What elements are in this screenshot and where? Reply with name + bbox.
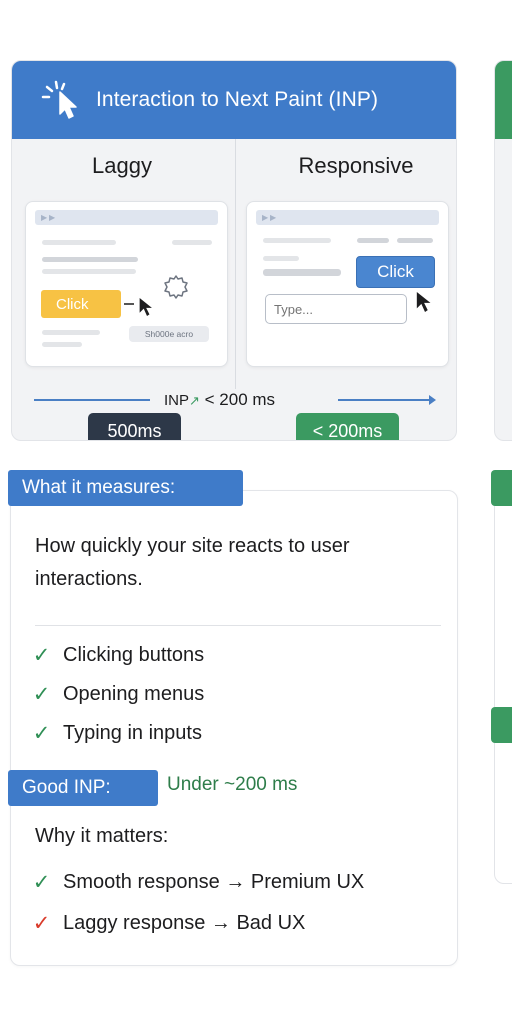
check-icon: ✓ (32, 722, 51, 745)
placeholder-line (397, 238, 433, 243)
responsive-latency-badge: < 200ms (296, 413, 399, 440)
scale-value: < 200 ms (204, 390, 276, 409)
connector-dash (124, 303, 134, 305)
inp-title: Interaction to Next Paint (INP) (96, 88, 379, 111)
laggy-mock-window: ▶ ▶ Click Sh000e acro (25, 201, 228, 367)
next-card-tab (491, 470, 512, 506)
placeholder-line (42, 269, 136, 274)
placeholder-line (42, 257, 138, 262)
inp-card: Interaction to Next Paint (INP) Laggy Re… (11, 60, 457, 441)
placeholder-line (263, 256, 299, 261)
check-icon: ✓ (32, 912, 51, 935)
check-icon: ✓ (32, 871, 51, 894)
trend-icon: ↗ (189, 393, 200, 408)
placeholder-line (263, 238, 331, 243)
good-inp-value: Under ~200 ms (167, 774, 298, 795)
cursor-click-icon (41, 80, 77, 119)
list-item: ✓ Smooth response → Premium UX (32, 870, 365, 895)
list-item-label: Opening menus (63, 683, 205, 705)
next-card-header (495, 61, 512, 139)
responsive-click-button[interactable]: Click (356, 256, 435, 288)
type-input[interactable] (265, 294, 407, 324)
good-inp-label: Good INP: (8, 770, 158, 806)
placeholder-line (42, 330, 100, 335)
check-icon: ✓ (32, 644, 51, 667)
laggy-latency-badge: 500ms (88, 413, 181, 440)
mock-titlebar: ▶ ▶ (256, 210, 439, 225)
list-item-label: Typing in inputs (63, 722, 202, 744)
placeholder-line (42, 240, 116, 245)
placeholder-line (357, 238, 389, 243)
list-item: ✓ Clicking buttons (32, 643, 205, 668)
arrow-right-icon (429, 395, 436, 405)
laggy-heading: Laggy (92, 153, 152, 178)
placeholder-line (172, 240, 212, 245)
next-card-tab (491, 707, 512, 743)
scale-abbr: INP (164, 392, 190, 409)
next-card-peek (494, 60, 512, 441)
mouse-pointer-icon (416, 292, 431, 312)
list-item-label: Clicking buttons (63, 644, 205, 666)
mock-titlebar: ▶ ▶ (35, 210, 218, 225)
list-item: ✓ Laggy response → Bad UX (32, 911, 306, 936)
check-icon: ✓ (32, 683, 51, 706)
list-item-label: Laggy response → Bad UX (63, 912, 306, 934)
scale-line-right (338, 399, 434, 401)
why-heading: Why it matters: (35, 825, 169, 847)
responsive-heading: Responsive (298, 153, 414, 178)
scale-line-left (34, 399, 150, 401)
next-info-card-peek (494, 490, 512, 884)
responsive-mock-window: ▶ ▶ Click (246, 201, 449, 367)
inp-threshold-scale: INP↗ < 200 ms (34, 390, 436, 410)
section-divider (35, 625, 441, 626)
list-item: ✓ Typing in inputs (32, 721, 202, 746)
column-divider (235, 139, 236, 389)
scale-label: INP↗ < 200 ms (164, 390, 275, 410)
placeholder-line (263, 269, 341, 276)
description: How quickly your site reacts to user int… (35, 535, 350, 590)
list-item: ✓ Opening menus (32, 682, 205, 707)
mouse-pointer-icon (139, 298, 152, 316)
list-item-label: Smooth response → Premium UX (63, 871, 365, 893)
gear-icon (164, 275, 188, 299)
placeholder-line (42, 342, 82, 347)
laggy-click-button[interactable]: Click (41, 290, 121, 318)
inp-header: Interaction to Next Paint (INP) (12, 61, 456, 139)
measures-label: What it measures: (8, 470, 243, 506)
loading-chip: Sh000e acro (129, 326, 209, 342)
